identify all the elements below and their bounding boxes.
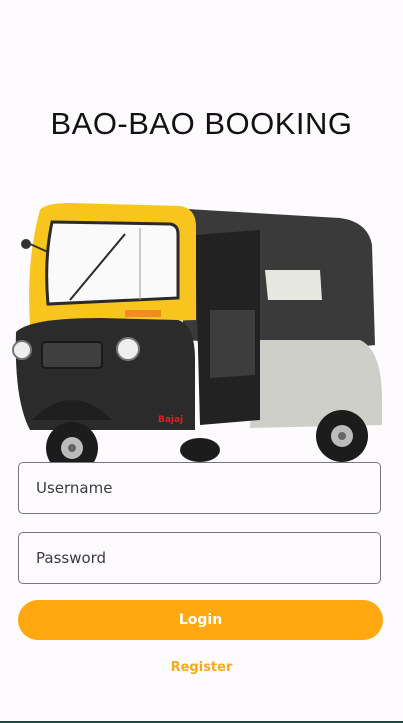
- rickshaw-rear-body: [250, 340, 382, 428]
- username-input[interactable]: [34, 478, 380, 498]
- password-field[interactable]: [18, 532, 381, 584]
- app-title: BAO-BAO BOOKING: [50, 106, 353, 141]
- auto-rickshaw-image: Bajaj: [12, 203, 382, 474]
- username-field[interactable]: [18, 462, 381, 514]
- register-link[interactable]: Register: [0, 660, 403, 675]
- svg-text:Bajaj: Bajaj: [158, 415, 183, 425]
- right-headlight: [116, 337, 140, 361]
- middle-wheel: [180, 438, 220, 462]
- left-headlight: [12, 340, 32, 360]
- rickshaw-windshield: [45, 220, 180, 306]
- login-button[interactable]: Login: [18, 600, 383, 640]
- password-input[interactable]: [34, 548, 380, 568]
